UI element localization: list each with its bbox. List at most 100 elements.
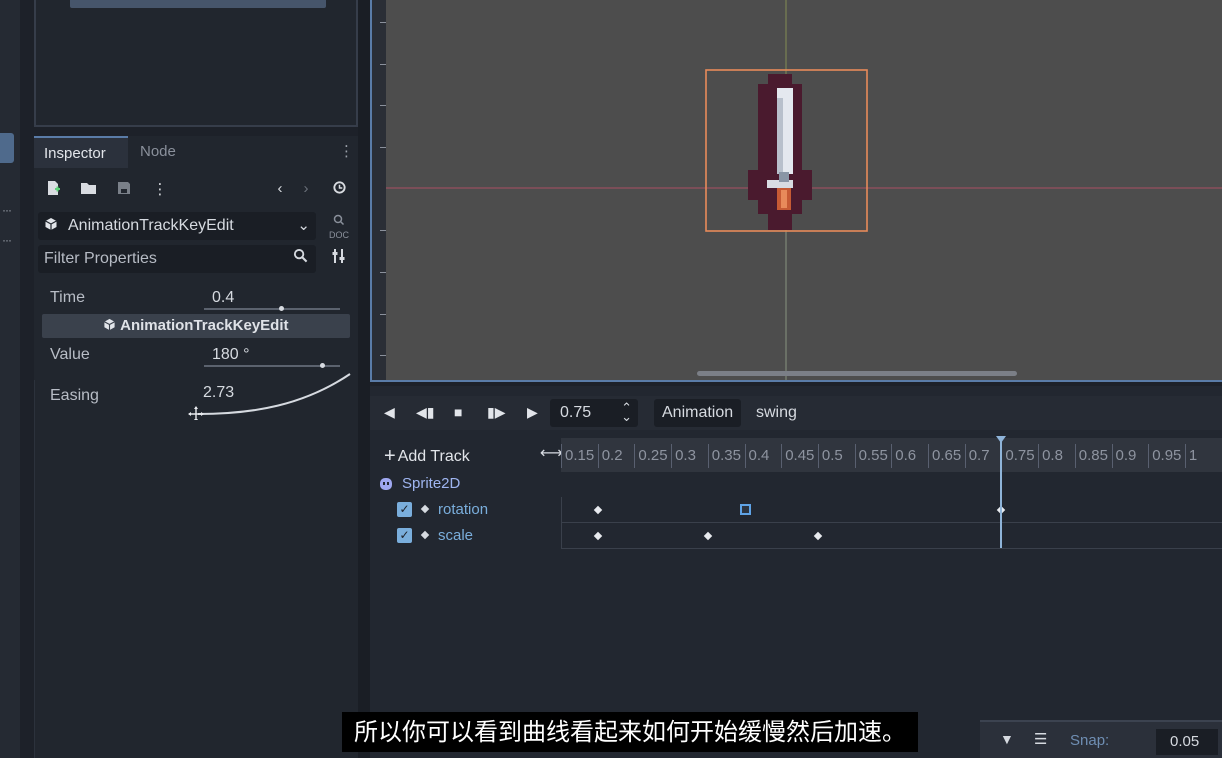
zoom-handle-icon[interactable]: ⟷ [540, 443, 563, 463]
prop-time-slider-knob[interactable] [278, 306, 284, 311]
track-keys [374, 497, 1222, 523]
property-tools-icon[interactable] [328, 248, 350, 270]
play-backwards-from-end-icon[interactable]: ◀▮ [416, 404, 434, 421]
filter-properties-box [38, 245, 316, 273]
timeline-ruler[interactable]: 0.15 0.2 0.25 0.3 0.35 0.4 0.45 0.5 0.55 0.6 0.65 0… [561, 438, 1222, 472]
timeline-tick-label: 0.2 [597, 444, 623, 468]
open-folder-icon[interactable] [79, 180, 97, 198]
add-track-button[interactable]: + Add Track [384, 444, 470, 467]
timeline-tick-label: 0.55 [854, 444, 888, 468]
section-header-label: AnimationTrackKeyEdit [120, 317, 289, 334]
track-header: + Add Track ⟷ 0.15 0.2 0.25 0.3 0.35 0.4 0.45 0.… [374, 438, 1222, 472]
search-icon [293, 248, 308, 268]
prop-value-slider-knob[interactable] [319, 363, 325, 368]
timeline-tick-label: 0.85 [1074, 444, 1108, 468]
timeline-tick-label: 0.3 [671, 444, 696, 468]
keyframe[interactable] [593, 531, 602, 541]
chevron-down-icon: ⌄ [297, 217, 310, 234]
new-resource-icon[interactable] [44, 180, 62, 198]
snap-label: Snap: [1070, 732, 1110, 749]
inspector-empty-area [34, 380, 358, 758]
sprite-node-icon [378, 476, 394, 496]
history-forward-icon[interactable]: › [297, 180, 315, 198]
node-row[interactable]: Sprite2D [374, 472, 1222, 498]
history-back-icon[interactable]: ‹ [271, 180, 289, 198]
timeline-tick-label: 0.4 [744, 444, 769, 468]
snap-input[interactable]: 0.05 [1156, 729, 1218, 755]
scene-tree-panel [34, 0, 358, 127]
animation-panel: ◀ ◀▮ ■ ▮▶ ▶ 0.75 ⌃ ⌄ Animation swing + Add… [370, 386, 1222, 758]
prop-time-slider[interactable] [204, 308, 340, 310]
timeline-tick-label: 0.15 [561, 444, 594, 468]
play-icon[interactable]: ▶ [527, 404, 538, 421]
timeline-tick-label: 0.8 [1038, 444, 1063, 468]
prop-value-value[interactable]: 180 ° [212, 346, 250, 364]
playhead[interactable] [1000, 438, 1003, 548]
list-icon[interactable]: ☰ [1034, 730, 1047, 748]
inspector-tabbar: Inspector Node ⋮ [34, 136, 358, 168]
prop-time-label: Time [50, 289, 85, 306]
section-header[interactable]: AnimationTrackKeyEdit [42, 314, 350, 338]
keyframe[interactable] [703, 531, 713, 541]
scene-tree-selected-row[interactable] [70, 0, 326, 8]
timeline-tick-label: 0.95 [1148, 444, 1181, 468]
timeline-tick-label: 0.5 [817, 444, 843, 468]
history-icon[interactable] [330, 180, 348, 198]
horizontal-scrollbar[interactable] [697, 371, 1017, 376]
keyframe[interactable] [593, 505, 602, 515]
timeline-tick-label: 0.75 [1001, 444, 1035, 468]
filter-icon[interactable]: ▼ [1000, 731, 1014, 747]
object-class-selector[interactable]: AnimationTrackKeyEdit ⌄ [38, 212, 316, 240]
inspector-toolbar: ⋮ ‹ › [34, 174, 358, 206]
left-dock-strip: ··· ··· [0, 0, 20, 758]
dock-selected-tab[interactable] [0, 133, 14, 163]
spin-arrows-icon: ⌃ ⌄ [621, 400, 632, 424]
more-options-icon[interactable]: ⋮ [151, 180, 169, 198]
timeline-tick-label: 0.9 [1111, 444, 1136, 468]
keyframe[interactable] [813, 531, 823, 541]
filter-properties-input[interactable] [38, 245, 288, 273]
keyframe-selected[interactable] [739, 504, 751, 515]
timeline-tick-label: 0.65 [928, 444, 961, 468]
timeline-tick-label: 0.6 [891, 444, 916, 468]
animation-name-select[interactable]: swing [756, 404, 797, 422]
object-cube-icon [44, 217, 58, 235]
play-backwards-icon[interactable]: ◀ [384, 404, 395, 421]
dock-more-icon-2[interactable]: ··· [2, 233, 12, 247]
time-value: 0.75 [560, 404, 592, 421]
add-track-label: Add Track [397, 448, 470, 465]
panel-splitter[interactable] [358, 0, 370, 758]
time-spinbox[interactable]: 0.75 ⌃ ⌄ [550, 399, 638, 427]
doc-search-icon[interactable]: DOC [328, 214, 350, 240]
video-subtitle: 所以你可以看到曲线看起来如何开始缓慢然后加速。 [342, 712, 918, 752]
tab-node[interactable]: Node [130, 136, 186, 168]
dock-more-icon[interactable]: ··· [2, 203, 12, 217]
inspector-panel: Inspector Node ⋮ ⋮ ‹ › AnimationTrackKey… [34, 136, 358, 758]
plus-icon: + [384, 445, 396, 467]
tab-inspector[interactable]: Inspector [34, 136, 128, 168]
animation-toolbar: ◀ ◀▮ ■ ▮▶ ▶ 0.75 ⌃ ⌄ Animation swing [370, 396, 1222, 430]
kebab-menu-icon[interactable]: ⋮ [339, 142, 354, 160]
track-keys [374, 523, 1222, 549]
sword-sprite [748, 74, 812, 230]
timeline-tick-label: 0.25 [634, 444, 668, 468]
viewport-canvas [386, 0, 1222, 380]
section-cube-icon [104, 318, 116, 331]
stop-icon[interactable]: ■ [454, 404, 462, 420]
prop-time-value[interactable]: 0.4 [212, 289, 234, 307]
play-from-start-icon[interactable]: ▮▶ [487, 404, 505, 421]
timeline-tick-label: 1 [1184, 444, 1197, 468]
animation-bottom-bar: ▼ ☰ Snap: 0.05 [980, 720, 1222, 758]
save-icon[interactable] [115, 180, 133, 198]
track-row-scale[interactable]: ✓ scale [374, 523, 1222, 549]
timeline-tick-label: 0.7 [964, 444, 990, 468]
timeline-tick-label: 0.35 [707, 444, 741, 468]
track-row-rotation[interactable]: ✓ rotation [374, 497, 1222, 523]
doc-label: DOC [329, 230, 349, 240]
object-class-name: AnimationTrackKeyEdit [68, 217, 234, 234]
prop-value-label: Value [50, 346, 90, 363]
animation-menu-button[interactable]: Animation [654, 399, 742, 427]
timeline-tick-label: 0.45 [781, 444, 814, 468]
node-name: Sprite2D [402, 475, 461, 492]
canvas-viewport[interactable] [370, 0, 1222, 382]
